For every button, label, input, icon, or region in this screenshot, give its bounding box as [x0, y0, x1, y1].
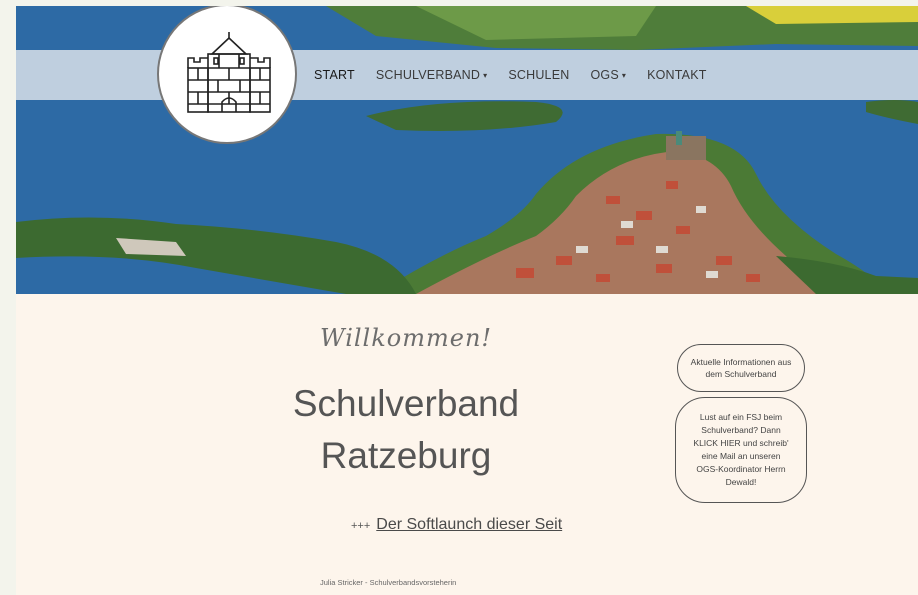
tower-crest-icon: [187, 32, 271, 113]
chevron-down-icon: ▾: [483, 70, 488, 80]
nav-schulen[interactable]: SCHULEN: [508, 68, 569, 82]
news-link[interactable]: Der Softlaunch dieser Seit: [376, 516, 562, 533]
title-line-2: Ratzeburg: [320, 435, 492, 476]
chevron-down-icon: ▾: [621, 70, 627, 80]
main-nav: START SCHULVERBAND ▾ SCHULEN OGS ▾ KONTAKT: [314, 50, 728, 100]
nav-schulverband-label: SCHULVERBAND: [375, 68, 481, 82]
nav-schulverband[interactable]: SCHULVERBAND ▾: [376, 68, 488, 82]
info-button[interactable]: Aktuelle Informationen aus dem Schulverb…: [677, 344, 805, 392]
signature: Julia Stricker - Schulverbandsvorsteheri…: [320, 578, 457, 587]
title-line-1: Schulverband: [292, 383, 520, 424]
fsj-button[interactable]: Lust auf ein FSJ beim Schulverband? Dann…: [675, 397, 807, 503]
page: START SCHULVERBAND ▾ SCHULEN OGS ▾ KONTAKT: [16, 6, 918, 595]
nav-start[interactable]: START: [314, 68, 355, 82]
welcome-heading: Willkommen!: [319, 324, 493, 352]
nav-ogs-label: OGS: [590, 68, 619, 82]
site-logo[interactable]: [157, 6, 297, 144]
nav-ogs[interactable]: OGS ▾: [590, 68, 626, 82]
nav-kontakt[interactable]: KONTAKT: [647, 68, 707, 82]
page-title: Schulverband Ratzeburg: [256, 378, 556, 482]
nav-kontakt-label: KONTAKT: [647, 68, 707, 82]
nav-start-label: START: [314, 68, 355, 82]
news-ticker: +++ Der Softlaunch dieser Seit: [351, 516, 581, 534]
nav-schulen-label: SCHULEN: [508, 68, 570, 82]
news-prefix: +++: [351, 520, 371, 532]
